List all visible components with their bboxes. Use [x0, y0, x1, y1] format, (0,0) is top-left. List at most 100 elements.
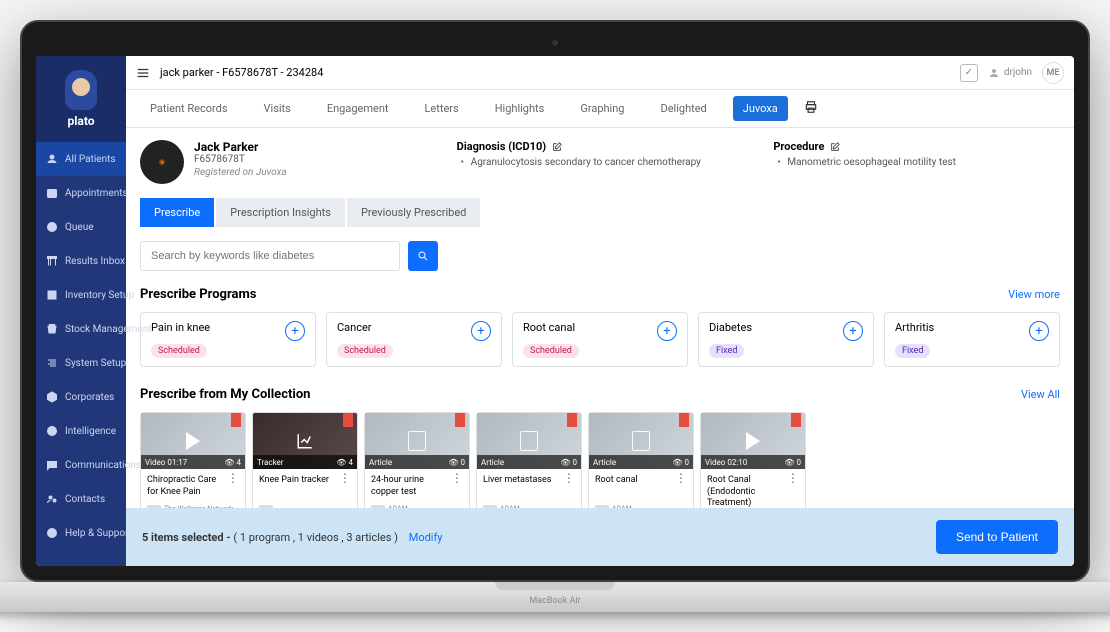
view-count: 👁 0	[784, 458, 801, 467]
modify-link[interactable]: Modify	[409, 531, 443, 544]
edit-icon[interactable]	[552, 142, 562, 152]
check-icon[interactable]: ✓	[960, 64, 978, 82]
tab-delighted[interactable]: Delighted	[650, 96, 716, 121]
nav-icon	[46, 459, 58, 471]
nav-label: Queue	[65, 222, 116, 233]
user-menu[interactable]: drjohn	[988, 67, 1032, 79]
print-icon[interactable]	[804, 100, 818, 114]
selection-bar: 5 items selected - ( 1 program , 1 video…	[126, 508, 1074, 566]
more-options-icon[interactable]: ⋮	[563, 475, 575, 499]
bookmark-icon	[343, 413, 353, 427]
chart-icon	[296, 432, 314, 450]
subtab-previously-prescribed[interactable]: Previously Prescribed	[347, 198, 480, 227]
program-card[interactable]: Cancer Scheduled +	[326, 312, 502, 367]
sidebar-item-stock-management[interactable]: Stock Management	[36, 312, 126, 346]
tab-highlights[interactable]: Highlights	[485, 96, 555, 121]
sidebar-item-corporates[interactable]: Corporates	[36, 380, 126, 414]
selection-count: 5 items selected -	[142, 531, 231, 544]
menu-icon[interactable]	[136, 66, 150, 80]
sidebar-item-appointments[interactable]: Appointments	[36, 176, 126, 210]
tab-engagement[interactable]: Engagement	[317, 96, 399, 121]
tab-graphing[interactable]: Graphing	[570, 96, 634, 121]
program-title: Root canal	[523, 321, 579, 334]
sidebar-item-all-patients[interactable]: All Patients	[36, 142, 126, 176]
bookmark-icon	[791, 413, 801, 427]
more-options-icon[interactable]: ⋮	[339, 475, 351, 499]
edit-icon[interactable]	[830, 142, 840, 152]
search-button[interactable]	[408, 241, 438, 271]
content-type: Article	[481, 458, 504, 467]
tab-juvoxa[interactable]: Juvoxa	[733, 96, 788, 121]
card-title: Root canal	[595, 475, 671, 499]
sidebar-item-system-setup[interactable]: System Setup	[36, 346, 126, 380]
sidebar-item-intelligence[interactable]: Intelligence	[36, 414, 126, 448]
program-card[interactable]: Pain in knee Scheduled +	[140, 312, 316, 367]
sidebar-item-inventory-setup[interactable]: Inventory Setup	[36, 278, 126, 312]
nav-icon	[46, 221, 58, 233]
more-options-icon[interactable]: ⋮	[787, 475, 799, 510]
collection-title: Prescribe from My Collection	[140, 387, 310, 402]
program-card[interactable]: Arthritis Fixed +	[884, 312, 1060, 367]
nav-label: Results Inbox	[65, 256, 125, 267]
status-badge: Scheduled	[523, 344, 579, 358]
nav-label: Inventory Setup	[65, 290, 134, 301]
brand-logo[interactable]: plato	[36, 56, 126, 142]
sidebar-item-help-&-support[interactable]: Help & Support	[36, 516, 126, 550]
status-badge: Fixed	[709, 344, 744, 358]
program-card[interactable]: Diabetes Fixed +	[698, 312, 874, 367]
content-type: Article	[369, 458, 392, 467]
document-icon	[520, 431, 538, 451]
program-card[interactable]: Root canal Scheduled +	[512, 312, 688, 367]
add-program-button[interactable]: +	[471, 321, 491, 341]
program-title: Pain in knee	[151, 321, 210, 334]
sidebar-item-queue[interactable]: Queue	[36, 210, 126, 244]
nav-icon	[46, 255, 58, 267]
search-icon	[417, 250, 429, 262]
nav-label: Intelligence	[65, 426, 116, 437]
nav-icon	[46, 323, 58, 335]
nav-label: System Setup	[65, 358, 126, 369]
status-badge: Scheduled	[151, 344, 207, 358]
status-badge: Scheduled	[337, 344, 393, 358]
view-count: 👁 0	[672, 458, 689, 467]
card-title: Chiropractic Care for Knee Pain	[147, 475, 223, 499]
patient-header: ◉ Jack Parker F6578678T Registered on Ju…	[140, 140, 1060, 198]
more-options-icon[interactable]: ⋮	[451, 475, 463, 499]
status-badge: Fixed	[895, 344, 930, 358]
patient-registered: Registered on Juvoxa	[194, 167, 287, 178]
subtab-prescribe[interactable]: Prescribe	[140, 198, 214, 227]
view-all-link[interactable]: View All	[1021, 388, 1060, 401]
sidebar-item-communications[interactable]: Communications	[36, 448, 126, 482]
subtabs: PrescribePrescription InsightsPreviously…	[140, 198, 1060, 227]
card-title: Liver metastases	[483, 475, 559, 499]
tab-letters[interactable]: Letters	[415, 96, 469, 121]
more-options-icon[interactable]: ⋮	[675, 475, 687, 499]
document-icon	[632, 431, 650, 451]
search-input[interactable]	[140, 241, 400, 271]
procedure-item: Manometric oesophageal motility test	[773, 157, 1060, 168]
more-options-icon[interactable]: ⋮	[227, 475, 239, 499]
view-count: 👁 4	[224, 458, 241, 467]
subtab-prescription-insights[interactable]: Prescription Insights	[216, 198, 345, 227]
add-program-button[interactable]: +	[1029, 321, 1049, 341]
send-to-patient-button[interactable]: Send to Patient	[936, 520, 1058, 554]
add-program-button[interactable]: +	[657, 321, 677, 341]
sidebar-item-results-inbox[interactable]: Results Inbox	[36, 244, 126, 278]
nav-icon	[46, 527, 58, 539]
nav-icon	[46, 425, 58, 437]
nav-icon	[46, 493, 58, 505]
tab-visits[interactable]: Visits	[254, 96, 301, 121]
tab-patient-records[interactable]: Patient Records	[140, 96, 238, 121]
play-icon	[186, 432, 200, 450]
main-content: jack parker - F6578678T - 234284 ✓ drjoh…	[126, 56, 1074, 566]
card-title: Knee Pain tracker	[259, 475, 335, 499]
sidebar-item-contacts[interactable]: Contacts	[36, 482, 126, 516]
tabs-row: Patient Records Visits Engagement Letters Hi…	[126, 90, 1074, 128]
me-badge[interactable]: ME	[1042, 62, 1064, 84]
card-title: Root Canal (Endodontic Treatment)	[707, 475, 783, 510]
add-program-button[interactable]: +	[843, 321, 863, 341]
nav-label: All Patients	[65, 154, 116, 165]
view-more-link[interactable]: View more	[1008, 288, 1060, 301]
add-program-button[interactable]: +	[285, 321, 305, 341]
patient-name: Jack Parker	[194, 140, 287, 154]
